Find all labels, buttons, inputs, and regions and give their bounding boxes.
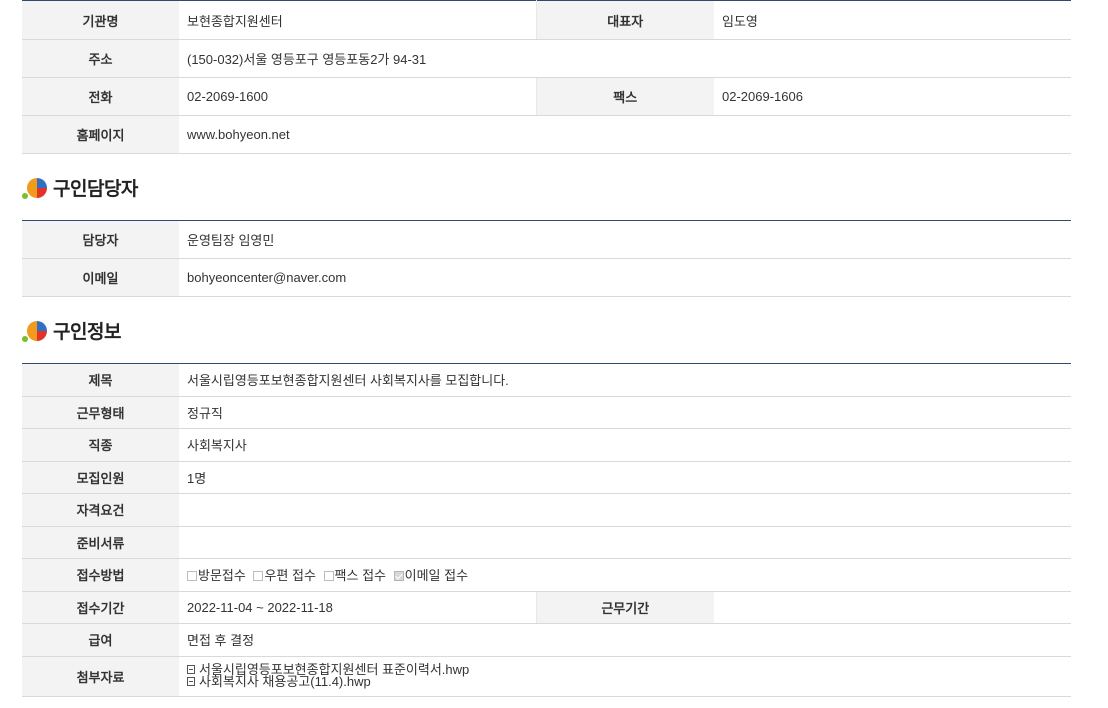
table-row: 기관명 보현종합지원센터 대표자 임도영 — [22, 0, 1071, 40]
method-visit: 방문접수 — [187, 568, 246, 583]
salary-label: 급여 — [22, 623, 179, 657]
occupation-value: 사회복지사 — [179, 428, 1072, 462]
method-fax-label: 팩스 접수 — [334, 568, 386, 584]
job-section-heading: 구인정보 — [22, 297, 1071, 363]
table-row: 준비서류 — [22, 526, 1072, 559]
documents-value — [179, 526, 1072, 559]
contact-person-value: 운영팀장 임영민 — [179, 220, 1071, 259]
table-row: 근무형태 정규직 — [22, 396, 1072, 429]
representative-value: 임도영 — [714, 0, 1071, 40]
org-name-label: 기관명 — [22, 0, 179, 40]
method-email: 이메일 접수 — [393, 568, 469, 584]
method-mail-label: 우편 접수 — [264, 568, 316, 584]
table-row: 급여 면접 후 결정 — [22, 623, 1072, 657]
attachments-label: 첨부자료 — [22, 656, 179, 697]
file-icon — [187, 677, 195, 686]
org-name-value: 보현종합지원센터 — [179, 0, 537, 40]
method-mail-checkbox — [253, 571, 264, 582]
table-row: 접수방법 방문접수 우편 접수 팩스 접수 이메일 접수 — [22, 558, 1072, 592]
table-row: 모집인원 1명 — [22, 461, 1072, 494]
work-period-label: 근무기간 — [536, 591, 714, 624]
table-row: 직종 사회복지사 — [22, 428, 1072, 462]
method-visit-checkbox — [187, 571, 197, 582]
section-bullet-icon — [22, 317, 50, 343]
method-fax-checkbox — [323, 571, 334, 582]
contact-person-label: 담당자 — [22, 220, 179, 259]
contact-section-heading: 구인담당자 — [22, 154, 1071, 220]
subject-label: 제목 — [22, 363, 179, 397]
method-fax: 팩스 접수 — [323, 568, 386, 584]
homepage-label: 홈페이지 — [22, 115, 179, 154]
homepage-link[interactable]: www.bohyeon.net — [179, 115, 1071, 154]
work-type-label: 근무형태 — [22, 396, 179, 429]
occupation-label: 직종 — [22, 428, 179, 462]
attachment-name: 사회복지사 채용공고(11.4).hwp — [199, 674, 371, 689]
organization-info-table: 기관명 보현종합지원센터 대표자 임도영 주소 (150-032)서울 영등포구… — [22, 0, 1071, 154]
phone-value: 02-2069-1600 — [179, 77, 537, 116]
table-row: 첨부자료 서울시립영등포보현종합지원센터 표준이력서.hwp 사회복지사 채용공… — [22, 656, 1072, 697]
attachment-link[interactable]: 사회복지사 채용공고(11.4).hwp — [187, 674, 1071, 689]
address-label: 주소 — [22, 39, 179, 78]
job-info-table: 제목 서울시립영등포보현종합지원센터 사회복지사를 모집합니다. 근무형태 정규… — [22, 363, 1072, 697]
representative-label: 대표자 — [536, 0, 714, 40]
headcount-label: 모집인원 — [22, 461, 179, 494]
table-row: 담당자 운영팀장 임영민 — [22, 220, 1071, 259]
table-row: 이메일 bohyeoncenter@naver.com — [22, 258, 1071, 297]
application-period-value: 2022-11-04 ~ 2022-11-18 — [179, 591, 537, 624]
table-row: 자격요건 — [22, 493, 1072, 527]
table-row: 홈페이지 www.bohyeon.net — [22, 115, 1071, 154]
table-row: 접수기간 2022-11-04 ~ 2022-11-18 근무기간 — [22, 591, 1072, 624]
job-section-title: 구인정보 — [53, 321, 121, 343]
subject-value: 서울시립영등포보현종합지원센터 사회복지사를 모집합니다. — [179, 363, 1072, 397]
email-value: bohyeoncenter@naver.com — [179, 258, 1071, 297]
salary-value: 면접 후 결정 — [179, 623, 1072, 657]
method-visit-label: 방문접수 — [198, 568, 246, 584]
fax-label: 팩스 — [536, 77, 714, 116]
method-email-checkbox — [393, 571, 404, 582]
work-period-value — [714, 591, 1072, 624]
phone-label: 전화 — [22, 77, 179, 116]
documents-label: 준비서류 — [22, 526, 179, 559]
method-email-label: 이메일 접수 — [404, 568, 469, 584]
table-row: 제목 서울시립영등포보현종합지원센터 사회복지사를 모집합니다. — [22, 363, 1072, 397]
contact-section-title: 구인담당자 — [53, 178, 138, 200]
headcount-value: 1명 — [179, 461, 1072, 494]
attachments-list: 서울시립영등포보현종합지원센터 표준이력서.hwp 사회복지사 채용공고(11.… — [179, 656, 1072, 697]
qualification-value — [179, 493, 1072, 527]
qualification-label: 자격요건 — [22, 493, 179, 527]
fax-value: 02-2069-1606 — [714, 77, 1071, 116]
application-period-label: 접수기간 — [22, 591, 179, 624]
work-type-value: 정규직 — [179, 396, 1072, 429]
address-value: (150-032)서울 영등포구 영등포동2가 94-31 — [179, 39, 1071, 78]
file-icon — [187, 665, 195, 674]
job-posting-detail: 기관명 보현종합지원센터 대표자 임도영 주소 (150-032)서울 영등포구… — [22, 0, 1072, 697]
contact-info-table: 담당자 운영팀장 임영민 이메일 bohyeoncenter@naver.com — [22, 220, 1071, 297]
email-label: 이메일 — [22, 258, 179, 297]
section-bullet-icon — [22, 174, 50, 200]
application-method-label: 접수방법 — [22, 558, 179, 592]
table-row: 주소 (150-032)서울 영등포구 영등포동2가 94-31 — [22, 39, 1071, 78]
method-mail: 우편 접수 — [253, 568, 316, 584]
application-methods: 방문접수 우편 접수 팩스 접수 이메일 접수 — [179, 558, 1072, 592]
table-row: 전화 02-2069-1600 팩스 02-2069-1606 — [22, 77, 1071, 116]
